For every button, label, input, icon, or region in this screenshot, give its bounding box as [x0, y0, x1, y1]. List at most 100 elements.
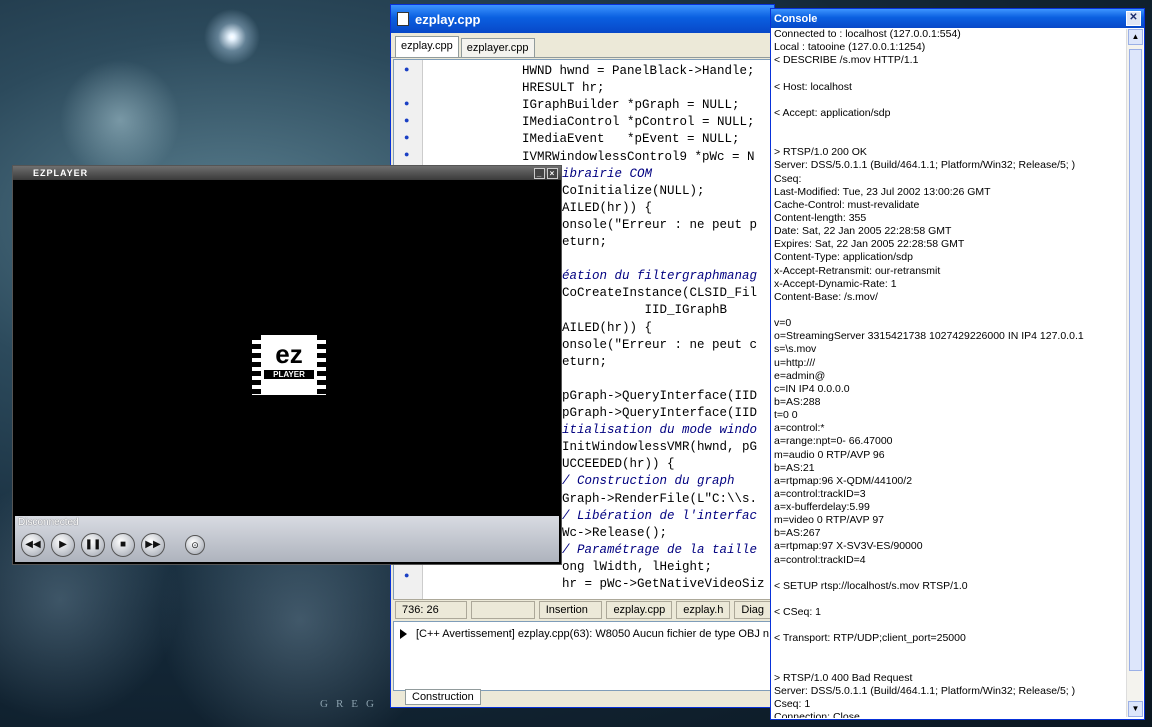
console-line: Cache-Control: must-revalidate — [774, 198, 920, 211]
video-area[interactable]: ez PLAYER — [15, 182, 559, 516]
scroll-down-icon[interactable]: ▼ — [1128, 701, 1143, 717]
document-icon — [397, 12, 409, 26]
cursor-position: 736: 26 — [395, 601, 467, 619]
file-tab-diag[interactable]: Diag — [734, 601, 771, 619]
code-line: / Libération de l'interfac — [562, 508, 758, 523]
code-line: Graph->RenderFile(L"C:\\s. — [562, 491, 758, 506]
console-line: Server: DSS/5.0.1.1 (Build/464.1.1; Plat… — [774, 685, 1076, 698]
connection-status: Disconnected — [18, 517, 79, 528]
code-line: hr = pWc->GetNativeVideoSiz — [562, 577, 765, 591]
forward-button[interactable]: ▶▶ — [141, 533, 165, 557]
scroll-up-icon[interactable]: ▲ — [1128, 29, 1143, 45]
editor-title: ezplay.cpp — [415, 11, 481, 27]
arrow-right-icon — [400, 629, 407, 639]
code-line: AILED(hr)) { — [562, 320, 653, 335]
console-line: Last-Modified: Tue, 23 Jul 2002 13:00:26… — [774, 185, 991, 198]
code-line: eturn; — [562, 235, 608, 249]
player-window: EZPLAYER _ × ez PLAYER Disconnected ◀◀ ▶… — [12, 165, 562, 565]
console-line: e=admin@ — [774, 369, 826, 382]
console-line: a=range:npt=0- 66.47000 — [774, 435, 893, 448]
console-line: < Transport: RTP/UDP;client_port=25000 — [774, 632, 966, 645]
code-line: / Paramétrage de la taille — [562, 542, 758, 557]
console-line: Expires: Sat, 22 Jan 2005 22:28:58 GMT — [774, 238, 965, 251]
file-tab-ezplay-cpp[interactable]: ezplay.cpp — [606, 601, 673, 619]
close-button[interactable]: × — [547, 168, 558, 179]
code-line: onsole("Erreur : ne peut p — [562, 217, 758, 232]
code-line: UCCEEDED(hr)) { — [562, 457, 675, 472]
stop-button[interactable]: ■ — [111, 533, 135, 557]
console-line: > RTSP/1.0 200 OK — [774, 146, 867, 159]
console-line: Server: DSS/5.0.1.1 (Build/464.1.1; Plat… — [774, 159, 1076, 172]
breakpoint-dot-icon: ● — [404, 132, 410, 142]
code-line: itialisation du mode windo — [562, 423, 758, 438]
edit-mode: Insertion — [538, 601, 603, 619]
code-line: AILED(hr)) { — [562, 200, 653, 215]
breakpoint-dot-icon: ● — [404, 570, 410, 580]
tab-construction[interactable]: Construction — [405, 689, 481, 705]
console-line: u=http:/// — [774, 356, 816, 369]
minimize-button[interactable]: _ — [534, 168, 545, 179]
code-line: IVMRWindowlessControl9 *pWc = N — [522, 149, 755, 164]
console-line: Local : tatooine (127.0.0.1:1254) — [774, 41, 926, 54]
tab-ezplayer-cpp[interactable]: ezplayer.cpp — [460, 38, 535, 57]
console-titlebar[interactable]: Console ✕ — [771, 9, 1144, 28]
message-pane[interactable]: [C++ Avertissement] ezplay.cpp(63): W805… — [393, 621, 775, 691]
console-window: Console ✕ Connected to : localhost (127.… — [770, 8, 1145, 720]
code-line: pGraph->QueryInterface(IID — [562, 406, 758, 420]
console-line: v=0 — [774, 317, 792, 330]
scrollbar-thumb[interactable] — [1129, 49, 1142, 671]
console-line: x-Accept-Retransmit: our-retransmit — [774, 264, 941, 277]
film-strip-icon — [252, 335, 261, 395]
editor-titlebar[interactable]: ezplay.cpp — [391, 5, 774, 33]
file-tab-ezplay-h[interactable]: ezplay.h — [676, 601, 731, 619]
play-button[interactable]: ▶ — [51, 533, 75, 557]
settings-icon[interactable]: ⊙ — [185, 535, 205, 555]
console-line: a=control:trackID=4 — [774, 553, 866, 566]
console-line: < CSeq: 1 — [774, 606, 821, 619]
code-line: IMediaEvent *pEvent = NULL; — [522, 132, 740, 147]
close-button[interactable]: ✕ — [1126, 11, 1141, 26]
code-line: éation du filtergraphmanag — [562, 269, 758, 284]
player-title: EZPLAYER — [33, 168, 89, 178]
console-line: b=AS:288 — [774, 395, 821, 408]
console-line: Content-Type: application/sdp — [774, 251, 913, 264]
code-line: Wc->Release(); — [562, 525, 668, 540]
console-title: Console — [774, 12, 818, 25]
console-line: m=video 0 RTP/AVP 97 — [774, 514, 885, 527]
console-line: a=rtpmap:96 X-QDM/44100/2 — [774, 474, 913, 487]
code-line: HWND hwnd = PanelBlack->Handle; — [522, 64, 755, 78]
code-line: InitWindowlessVMR(hwnd, pG — [562, 440, 758, 455]
console-line: Cseq: 1 — [774, 698, 811, 711]
code-line: CoCreateInstance(CLSID_Fil — [562, 286, 758, 301]
code-line: eturn; — [562, 354, 608, 369]
breakpoint-dot-icon: ● — [404, 115, 410, 125]
console-line: a=control:trackID=3 — [774, 487, 866, 500]
editor-tabs: ezplay.cpp ezplayer.cpp — [391, 33, 774, 58]
code-line: IID_IGraphB — [562, 303, 728, 318]
breakpoint-dot-icon: ● — [404, 149, 410, 159]
editor-statusbar: 736: 26 Insertion ezplay.cpp ezplay.h Di… — [393, 599, 773, 620]
code-line: CoInitialize(NULL); — [562, 183, 705, 198]
message-line[interactable]: [C++ Avertissement] ezplay.cpp(63): W805… — [416, 628, 769, 640]
console-line: Date: Sat, 22 Jan 2005 22:28:58 GMT — [774, 225, 952, 238]
console-line: a=rtpmap:97 X-SV3V-ES/90000 — [774, 540, 923, 553]
film-strip-icon — [317, 335, 326, 395]
console-line: < Host: localhost — [774, 80, 852, 93]
console-line: m=audio 0 RTP/AVP 96 — [774, 448, 885, 461]
console-scrollbar[interactable]: ▲ ▼ — [1126, 29, 1143, 717]
pause-button[interactable]: ❚❚ — [81, 533, 105, 557]
console-line: c=IN IP4 0.0.0.0 — [774, 382, 850, 395]
rewind-button[interactable]: ◀◀ — [21, 533, 45, 557]
player-titlebar[interactable]: EZPLAYER _ × — [13, 166, 561, 180]
code-line: HRESULT hr; — [522, 81, 605, 96]
tab-ezplay-cpp[interactable]: ezplay.cpp — [395, 36, 459, 57]
console-line: Content-Base: /s.mov/ — [774, 290, 878, 303]
